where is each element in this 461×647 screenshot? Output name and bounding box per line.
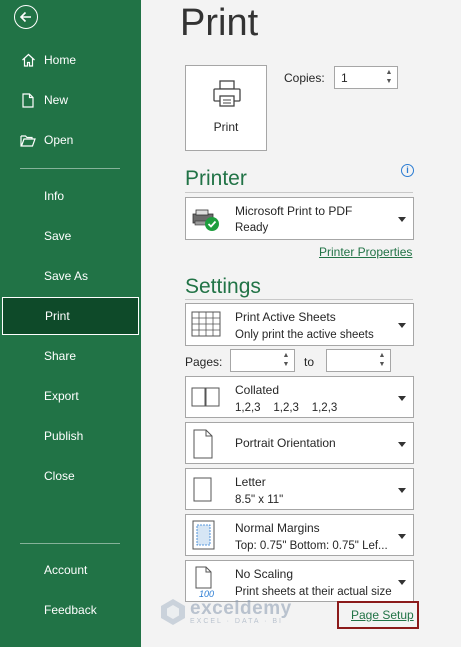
pages-to-input[interactable]: ▲ ▼	[326, 349, 391, 372]
spinner-arrows-icon[interactable]: ▲ ▼	[384, 68, 394, 87]
margins-title: Normal Margins	[235, 521, 320, 535]
printer-ready-icon	[191, 207, 221, 236]
collation-select[interactable]: Collated 1,2,3 1,2,3 1,2,3	[185, 376, 414, 418]
paper-size-icon	[191, 476, 215, 507]
sidebar-item-close[interactable]: Close	[0, 457, 141, 495]
pages-label: Pages:	[185, 355, 223, 369]
printer-icon	[211, 78, 243, 113]
sidebar-item-open[interactable]: Open	[0, 121, 141, 159]
watermark-tagline: EXCEL · DATA · BI	[190, 617, 283, 625]
sidebar-item-label: Share	[44, 349, 77, 363]
portrait-page-icon	[191, 429, 215, 462]
sidebar-item-save[interactable]: Save	[0, 217, 141, 255]
sidebar-item-print[interactable]: Print	[2, 297, 139, 335]
sidebar-item-label: Account	[44, 563, 88, 577]
home-icon	[20, 52, 36, 68]
printer-properties-link[interactable]: Printer Properties	[319, 245, 412, 259]
printer-heading: Printer	[185, 167, 247, 190]
exceldemy-watermark: exceldemy EXCEL · DATA · BI	[160, 598, 292, 626]
folder-open-icon	[20, 132, 36, 148]
sidebar-item-share[interactable]: Share	[0, 337, 141, 375]
sidebar-item-publish[interactable]: Publish	[0, 417, 141, 455]
print-what-select[interactable]: Print Active Sheets Only print the activ…	[185, 303, 414, 346]
chevron-down-icon	[398, 442, 406, 447]
info-icon[interactable]: i	[401, 164, 414, 177]
spinner-arrows-icon[interactable]: ▲ ▼	[281, 351, 291, 370]
settings-heading: Settings	[185, 275, 261, 298]
sidebar-item-save-as[interactable]: Save As	[0, 257, 141, 295]
sidebar-item-label: Feedback	[44, 603, 97, 617]
paper-size-title: Letter	[235, 475, 266, 489]
scaling-sub: Print sheets at their actual size	[235, 586, 392, 598]
page-title: Print	[180, 2, 259, 44]
margins-sub: Top: 0.75" Bottom: 0.75" Lef...	[235, 540, 388, 552]
print-what-title: Print Active Sheets	[235, 310, 336, 324]
back-arrow-icon[interactable]	[14, 5, 38, 29]
sidebar-divider	[20, 543, 120, 544]
orientation-title: Portrait Orientation	[235, 436, 336, 450]
sidebar-item-label: Save	[44, 229, 72, 243]
page-setup-highlight	[337, 601, 419, 629]
copies-value: 1	[341, 71, 348, 85]
sidebar-item-label: Close	[44, 469, 75, 483]
sidebar-item-info[interactable]: Info	[0, 177, 141, 215]
sidebar-item-label: Home	[44, 53, 77, 67]
margins-select[interactable]: Normal Margins Top: 0.75" Bottom: 0.75" …	[185, 514, 414, 556]
new-document-icon	[20, 92, 36, 108]
pages-to-label: to	[304, 355, 315, 369]
sidebar-item-export[interactable]: Export	[0, 377, 141, 415]
sidebar-item-label: Info	[44, 189, 65, 203]
sidebar-item-new[interactable]: New	[0, 81, 141, 119]
sidebar-item-label: Export	[44, 389, 79, 403]
sidebar-divider	[20, 168, 120, 169]
scaling-select[interactable]: 100 No Scaling Print sheets at their act…	[185, 560, 414, 602]
scaling-icon-text: 100	[199, 589, 214, 598]
sidebar-item-label: New	[44, 93, 69, 107]
exceldemy-logo-icon	[161, 599, 185, 625]
paper-size-sub: 8.5" x 11"	[235, 494, 284, 506]
watermark-name: exceldemy	[190, 597, 292, 619]
sidebar-item-account[interactable]: Account	[0, 551, 141, 589]
chevron-down-icon	[398, 580, 406, 585]
sidebar-item-feedback[interactable]: Feedback	[0, 591, 141, 629]
orientation-select[interactable]: Portrait Orientation	[185, 422, 414, 464]
printer-select[interactable]: Microsoft Print to PDF Ready	[185, 197, 414, 240]
printer-name: Microsoft Print to PDF	[235, 204, 353, 218]
chevron-down-icon	[398, 396, 406, 401]
sheet-grid-icon	[191, 310, 221, 341]
sidebar-item-home[interactable]: Home	[0, 41, 141, 79]
spinner-arrows-icon[interactable]: ▲ ▼	[377, 351, 387, 370]
chevron-down-icon	[398, 217, 406, 222]
paper-size-select[interactable]: Letter 8.5" x 11"	[185, 468, 414, 510]
print-button[interactable]: Print	[185, 65, 267, 151]
margins-icon	[191, 520, 217, 553]
chevron-down-icon	[398, 323, 406, 328]
chevron-down-icon	[398, 534, 406, 539]
sidebar-item-label: Save As	[44, 269, 89, 283]
scaling-title: No Scaling	[235, 567, 294, 581]
collated-pages-icon	[191, 387, 221, 410]
copies-label: Copies:	[284, 71, 325, 85]
copies-spinner[interactable]: 1 ▲ ▼	[334, 66, 398, 89]
section-divider	[185, 192, 413, 193]
sidebar-item-label: Print	[45, 309, 70, 323]
collation-title: Collated	[235, 383, 280, 397]
pages-from-input[interactable]: ▲ ▼	[230, 349, 295, 372]
backstage-sidebar: Home New Open Info Save Save As Print Sh…	[0, 0, 141, 647]
sidebar-item-label: Open	[44, 133, 74, 147]
sidebar-item-label: Publish	[44, 429, 84, 443]
scaling-page-icon: 100	[191, 566, 217, 601]
print-what-sub: Only print the active sheets	[235, 329, 374, 341]
section-divider	[185, 299, 413, 300]
collation-sub: 1,2,3 1,2,3 1,2,3	[235, 402, 338, 414]
print-button-label: Print	[213, 120, 239, 134]
chevron-down-icon	[398, 488, 406, 493]
printer-status: Ready	[235, 222, 269, 234]
